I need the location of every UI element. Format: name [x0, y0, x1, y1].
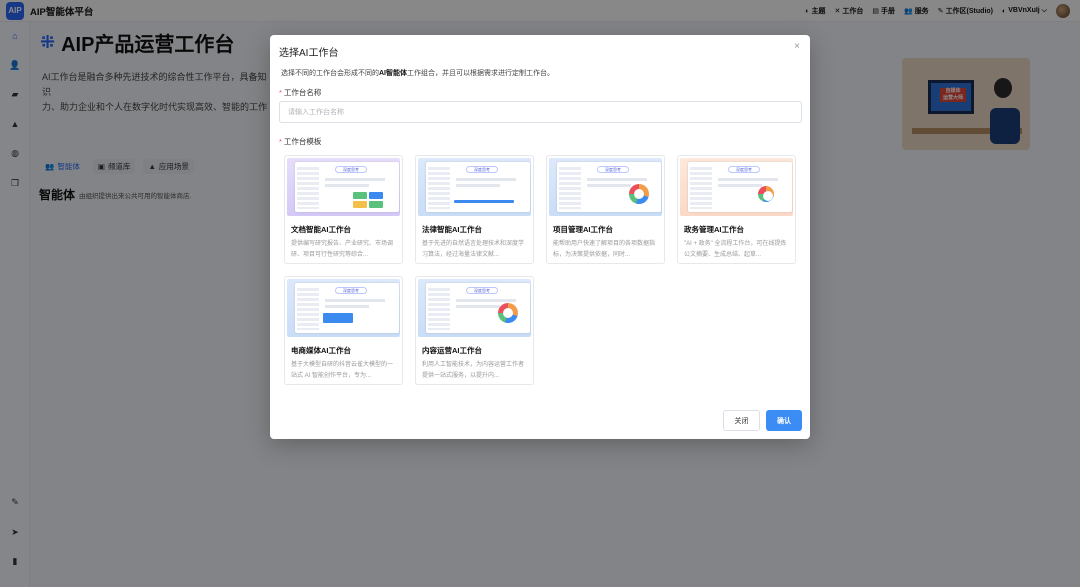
thumbnail-sidebar [297, 167, 319, 209]
thumbnail-line [718, 178, 778, 181]
thumbnail-badge: 深度思考 [728, 166, 760, 173]
template-description: 提供编写研究报告、产业研究、市场调研、项目可行性研究等综合... [291, 241, 394, 258]
thumbnail-badge: 深度思考 [597, 166, 629, 173]
thumbnail-line [587, 178, 647, 181]
thumbnail-window: 深度思考 [688, 162, 792, 212]
close-icon[interactable]: × [794, 41, 800, 52]
name-label: * 工作台名称 [279, 88, 322, 97]
thumbnail-line [325, 184, 369, 187]
confirm-button[interactable]: 确认 [766, 410, 802, 431]
thumbnail-badge: 深度思考 [335, 287, 367, 294]
close-button[interactable]: 关闭 [723, 410, 760, 431]
thumbnail-badge: 深度思考 [335, 166, 367, 173]
thumbnail-line [325, 178, 385, 181]
template-title: 法律智能AI工作台 [422, 225, 482, 234]
thumbnail-line [587, 184, 631, 187]
thumbnail-line [325, 299, 385, 302]
template-card[interactable]: 深度思考文档智能AI工作台提供编写研究报告、产业研究、市场调研、项目可行性研究等… [284, 155, 403, 264]
template-label-text: 工作台模板 [283, 137, 322, 146]
template-description: 基于大模型自研的抖音云雀大模型的一站式 AI 智能创作平台，专为... [291, 362, 394, 379]
template-description: 基于先进的自然语言处理技术和深度学习算法，经过海量法律文献... [422, 241, 525, 258]
desc-post: 工作组合，并且可以根据需求进行定制工作台。 [407, 70, 554, 77]
thumbnail-line [718, 184, 762, 187]
template-title: 电商媒体AI工作台 [291, 346, 351, 355]
thumbnail-sidebar [428, 167, 450, 209]
template-card[interactable]: 深度思考内容运营AI工作台利用人工智能技术，为内容运营工作者提供一站式服务，以提… [415, 276, 534, 385]
template-card[interactable]: 深度思考项目管理AI工作台能帮助用户快速了解项目的各项数据指标，为决策提供依据，… [546, 155, 665, 264]
template-thumbnail: 深度思考 [418, 279, 531, 337]
modal-description: 选择不同的工作台会形成不同的AI智能体工作组合，并且可以根据需求进行定制工作台。 [281, 68, 554, 78]
template-title: 文档智能AI工作台 [291, 225, 351, 234]
desc-bold: AI智能体 [379, 70, 407, 77]
desc-pre: 选择不同的工作台会形成不同的 [281, 70, 379, 77]
thumbnail-line [456, 184, 500, 187]
template-thumbnail: 深度思考 [287, 279, 400, 337]
thumbnail-line [456, 299, 516, 302]
template-title: 内容运营AI工作台 [422, 346, 482, 355]
name-label-text: 工作台名称 [283, 88, 322, 97]
thumbnail-window: 深度思考 [295, 162, 399, 212]
template-card[interactable]: 深度思考法律智能AI工作台基于先进的自然语言处理技术和深度学习算法，经过海量法律… [415, 155, 534, 264]
select-workbench-modal: 选择AI工作台 × 选择不同的工作台会形成不同的AI智能体工作组合，并且可以根据… [270, 35, 810, 439]
template-card[interactable]: 深度思考政务管理AI工作台 "AI + 政务" 全流程工作台，可在线提炼公文摘要、… [677, 155, 796, 264]
thumbnail-window: 深度思考 [295, 283, 399, 333]
thumbnail-sidebar [428, 288, 450, 330]
thumbnail-sidebar [297, 288, 319, 330]
thumbnail-sidebar [559, 167, 581, 209]
thumbnail-line [456, 178, 516, 181]
thumbnail-window: 深度思考 [426, 162, 530, 212]
template-description: 利用人工智能技术，为内容运营工作者提供一站式服务，以提升内... [422, 362, 525, 379]
workbench-name-input[interactable] [279, 101, 802, 123]
template-title: 政务管理AI工作台 [684, 225, 744, 234]
template-grid: 深度思考 文档智能AI工作台 提供编写研究报告、产业研究、市场调研、项目可行性研究等… [284, 155, 804, 385]
thumbnail-sidebar [690, 167, 712, 209]
template-thumbnail: 深度思考 [418, 158, 531, 216]
template-card[interactable]: 深度思考电商媒体AI工作台基于大模型自研的抖音云雀大模型的一站式 AI 智能创作… [284, 276, 403, 385]
template-thumbnail: 深度思考 [549, 158, 662, 216]
thumbnail-badge: 深度思考 [466, 166, 498, 173]
thumbnail-window: 深度思考 [557, 162, 661, 212]
thumbnail-window: 深度思考 [426, 283, 530, 333]
thumbnail-line [325, 305, 369, 308]
thumbnail-line [456, 305, 500, 308]
modal-title: 选择AI工作台 [279, 48, 339, 59]
template-thumbnail: 深度思考 [287, 158, 400, 216]
template-label: * 工作台模板 [279, 137, 322, 146]
template-title: 项目管理AI工作台 [553, 225, 613, 234]
thumbnail-badge: 深度思考 [466, 287, 498, 294]
template-thumbnail: 深度思考 [680, 158, 793, 216]
template-description: 能帮助用户快速了解项目的各项数据指标，为决策提供依据，同时... [553, 241, 656, 258]
template-description: "AI + 政务" 全流程工作台，可在线提炼公文摘要、生成总结、起草... [684, 241, 787, 258]
